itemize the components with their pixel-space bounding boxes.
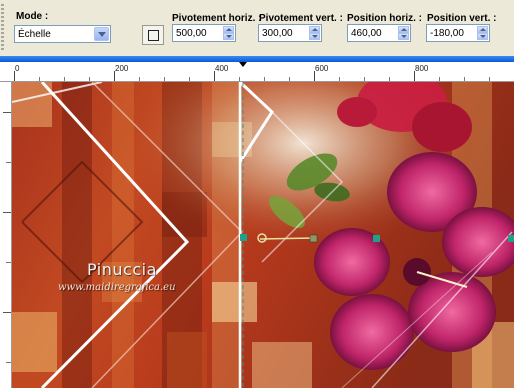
- ruler-label: 400: [215, 64, 229, 73]
- ruler-position-marker: [239, 62, 247, 67]
- ruler-label: 800: [415, 64, 429, 73]
- image-canvas[interactable]: Pinuccia www.maidiregrafica.eu: [12, 82, 514, 388]
- spin-up-icon[interactable]: [309, 26, 320, 33]
- pivot-h-value: 500,00: [176, 28, 207, 39]
- vertical-ruler: [0, 82, 12, 388]
- toolbar-grip[interactable]: [1, 4, 4, 52]
- ruler-label: 600: [315, 64, 329, 73]
- ruler-label: 200: [115, 64, 129, 73]
- pos-v-value: -180,00: [430, 28, 464, 39]
- mode-select[interactable]: Échelle: [14, 25, 111, 43]
- pos-v-label: Position vert. :: [427, 13, 497, 24]
- transform-handle[interactable]: [240, 234, 247, 241]
- spin-down-icon[interactable]: [309, 33, 320, 40]
- reset-transform-button[interactable]: [142, 25, 164, 45]
- artwork-image: [12, 82, 514, 388]
- tool-options-toolbar: Mode : Échelle Pivotement horiz. : 500,0…: [0, 0, 514, 56]
- spin-up-icon[interactable]: [477, 26, 488, 33]
- chevron-down-icon[interactable]: [94, 27, 109, 41]
- pos-v-input[interactable]: -180,00: [426, 24, 490, 42]
- spin-up-icon[interactable]: [398, 26, 409, 33]
- watermark-url: www.maidiregrafica.eu: [58, 282, 176, 293]
- mode-label: Mode :: [16, 11, 49, 22]
- watermark-name: Pinuccia: [87, 260, 157, 279]
- pivot-v-input[interactable]: 300,00: [258, 24, 322, 42]
- pivot-h-label: Pivotement horiz. :: [172, 13, 262, 24]
- horizontal-ruler: 0 200 400 600 800: [0, 62, 514, 82]
- pivot-h-input[interactable]: 500,00: [172, 24, 236, 42]
- ruler-label: 0: [15, 64, 20, 73]
- spin-down-icon[interactable]: [398, 33, 409, 40]
- pos-h-label: Position horiz. :: [347, 13, 422, 24]
- spin-down-icon[interactable]: [223, 33, 234, 40]
- spin-up-icon[interactable]: [223, 26, 234, 33]
- transform-handle[interactable]: [373, 235, 380, 242]
- mode-select-value: Échelle: [18, 29, 51, 40]
- pos-h-value: 460,00: [351, 28, 382, 39]
- pos-h-input[interactable]: 460,00: [347, 24, 411, 42]
- pivot-v-value: 300,00: [262, 28, 293, 39]
- rotation-handle[interactable]: [309, 234, 318, 243]
- pivot-v-label: Pivotement vert. :: [259, 13, 343, 24]
- spin-down-icon[interactable]: [477, 33, 488, 40]
- transform-handle[interactable]: [508, 235, 514, 242]
